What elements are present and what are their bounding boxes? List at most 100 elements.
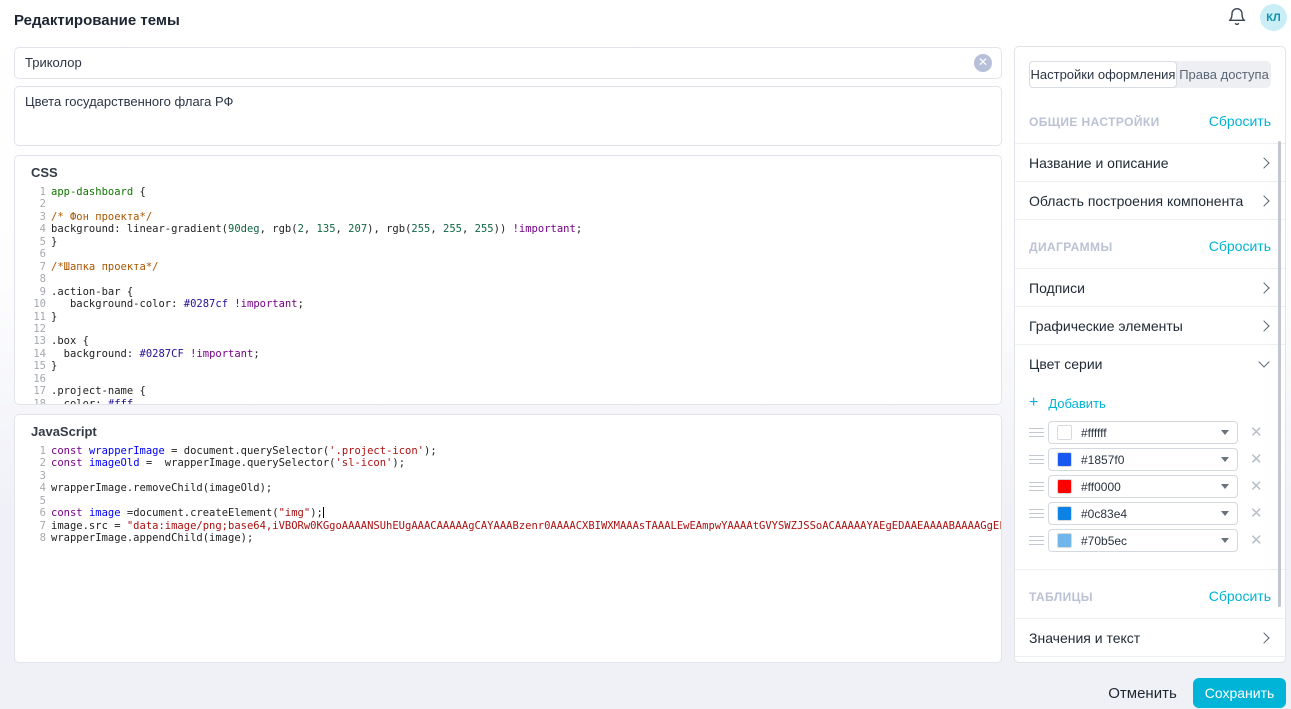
- color-swatch: [1057, 452, 1072, 467]
- drag-handle-icon[interactable]: [1029, 428, 1044, 438]
- line-number: 3: [15, 470, 46, 482]
- sidebar-item-series-color[interactable]: Цвет серии: [1015, 345, 1285, 383]
- color-swatch: [1057, 425, 1072, 440]
- line-number: 5: [15, 236, 46, 248]
- drag-handle-icon[interactable]: [1029, 509, 1044, 519]
- theme-name-value: Триколор: [25, 48, 82, 78]
- tab-appearance-settings[interactable]: Настройки оформления: [1029, 61, 1177, 88]
- sidebar-scrollbar[interactable]: [1278, 141, 1281, 607]
- js-editor-panel: JavaScript 1const wrapperImage = documen…: [14, 414, 1002, 663]
- line-number: 12: [15, 323, 46, 335]
- code-line: 3/* Фон проекта*/: [15, 211, 1001, 223]
- code-line: 7image.src = "data:image/png;base64,iVBO…: [15, 520, 1001, 532]
- js-editor-label: JavaScript: [15, 415, 1001, 445]
- code-line: 8: [15, 273, 1001, 285]
- code-line: 13.box {: [15, 335, 1001, 347]
- sidebar-item-values-text[interactable]: Значения и текст: [1015, 619, 1285, 657]
- line-number: 13: [15, 335, 46, 347]
- code-line: 4wrapperImage.removeChild(imageOld);: [15, 482, 1001, 494]
- remove-color-icon[interactable]: ✕: [1250, 452, 1263, 467]
- add-color-button[interactable]: + Добавить: [1029, 391, 1271, 415]
- dropdown-caret-icon: [1221, 484, 1229, 489]
- drag-handle-icon[interactable]: [1029, 536, 1044, 546]
- plus-icon: +: [1029, 394, 1038, 412]
- dropdown-caret-icon: [1221, 511, 1229, 516]
- code-line: 14 background: #0287CF !important;: [15, 348, 1001, 360]
- code-line: 6: [15, 248, 1001, 260]
- line-number: 4: [15, 482, 46, 494]
- theme-description-input[interactable]: Цвета государственного флага РФ: [14, 86, 1002, 146]
- color-select[interactable]: #ffffff: [1048, 421, 1238, 444]
- line-number: 1: [15, 186, 46, 198]
- sidebar-item-graphic-elements[interactable]: Графические элементы: [1015, 307, 1285, 345]
- line-number: 2: [15, 457, 46, 469]
- group-title: ДИАГРАММЫ: [1029, 240, 1113, 254]
- sidebar-item-component-area[interactable]: Область построения компонента: [1015, 182, 1285, 220]
- line-number: 16: [15, 373, 46, 385]
- reset-diagrams-link[interactable]: Сбросить: [1209, 238, 1271, 254]
- chevron-right-icon: [1258, 320, 1269, 331]
- group-title: ОБЩИЕ НАСТРОЙКИ: [1029, 115, 1160, 129]
- group-general-settings: ОБЩИЕ НАСТРОЙКИ Сбросить: [1015, 88, 1285, 144]
- sidebar-item-labels[interactable]: Подписи: [1015, 269, 1285, 307]
- line-number: 2: [15, 198, 46, 210]
- reset-general-link[interactable]: Сбросить: [1209, 113, 1271, 129]
- color-select[interactable]: #ff0000: [1048, 475, 1238, 498]
- series-color-list: #ffffff ✕ #1857f0 ✕ #ff0000 ✕ #0c83e4 ✕ #70b5ec ✕: [1029, 419, 1271, 554]
- line-number: 5: [15, 495, 46, 507]
- js-code-editor[interactable]: 1const wrapperImage = document.querySele…: [15, 445, 1001, 661]
- remove-color-icon[interactable]: ✕: [1250, 533, 1263, 548]
- color-hex-value: #0c83e4: [1081, 507, 1221, 521]
- remove-color-icon[interactable]: ✕: [1250, 479, 1263, 494]
- reset-tables-link[interactable]: Сбросить: [1209, 588, 1271, 604]
- code-line: 15}: [15, 360, 1001, 372]
- code-line: 5}: [15, 236, 1001, 248]
- code-line: 6const image =document.createElement("im…: [15, 507, 1001, 519]
- color-hex-value: #ff0000: [1081, 480, 1221, 494]
- page-title: Редактирование темы: [14, 12, 180, 29]
- code-line: 12: [15, 323, 1001, 335]
- line-number: 18: [15, 398, 46, 404]
- series-color-row: #70b5ec ✕: [1029, 527, 1271, 554]
- code-line: 11}: [15, 311, 1001, 323]
- line-number: 8: [15, 532, 46, 544]
- text-caret: [323, 507, 324, 518]
- color-select[interactable]: #1857f0: [1048, 448, 1238, 471]
- cancel-button[interactable]: Отменить: [1100, 680, 1185, 706]
- css-editor-panel: CSS 1app-dashboard {23/* Фон проекта*/4b…: [14, 155, 1002, 405]
- line-number: 6: [15, 507, 46, 519]
- sidebar-item-name-description[interactable]: Название и описание: [1015, 144, 1285, 182]
- color-select[interactable]: #70b5ec: [1048, 529, 1238, 552]
- theme-name-input[interactable]: Триколор ✕: [14, 47, 1002, 79]
- code-line: 3: [15, 470, 1001, 482]
- line-number: 7: [15, 520, 46, 532]
- save-button[interactable]: Сохранить: [1193, 678, 1286, 708]
- line-number: 9: [15, 286, 46, 298]
- color-select[interactable]: #0c83e4: [1048, 502, 1238, 525]
- chevron-right-icon: [1258, 157, 1269, 168]
- dropdown-caret-icon: [1221, 457, 1229, 462]
- drag-handle-icon[interactable]: [1029, 455, 1044, 465]
- drag-handle-icon[interactable]: [1029, 482, 1044, 492]
- notifications-bell-icon[interactable]: [1227, 7, 1247, 27]
- chevron-down-icon: [1258, 356, 1269, 367]
- code-line: 1const wrapperImage = document.querySele…: [15, 445, 1001, 457]
- code-line: 8wrapperImage.appendChild(image);: [15, 532, 1001, 544]
- tab-access-rights[interactable]: Права доступа: [1177, 61, 1271, 88]
- color-hex-value: #70b5ec: [1081, 534, 1221, 548]
- avatar[interactable]: КЛ: [1260, 4, 1287, 31]
- line-number: 3: [15, 211, 46, 223]
- remove-color-icon[interactable]: ✕: [1250, 425, 1263, 440]
- series-color-row: #0c83e4 ✕: [1029, 500, 1271, 527]
- clear-input-icon[interactable]: ✕: [974, 54, 992, 72]
- css-code-editor[interactable]: 1app-dashboard {23/* Фон проекта*/4backg…: [15, 186, 1001, 404]
- code-line: 9.action-bar {: [15, 286, 1001, 298]
- remove-color-icon[interactable]: ✕: [1250, 506, 1263, 521]
- theme-description-value: Цвета государственного флага РФ: [25, 94, 233, 109]
- group-tables: ТАБЛИЦЫ Сбросить: [1015, 570, 1285, 619]
- code-line: 1app-dashboard {: [15, 186, 1001, 198]
- color-hex-value: #1857f0: [1081, 453, 1221, 467]
- dropdown-caret-icon: [1221, 538, 1229, 543]
- line-number: 11: [15, 311, 46, 323]
- line-number: 15: [15, 360, 46, 372]
